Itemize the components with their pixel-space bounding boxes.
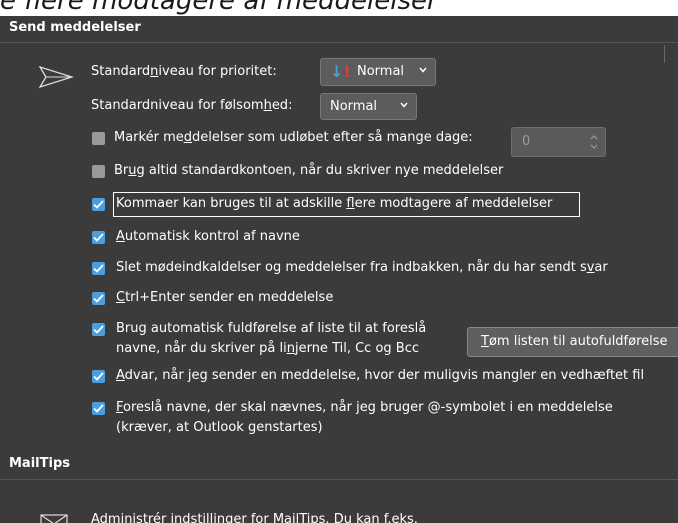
chevron-down-icon <box>418 64 428 79</box>
ctrl-enter-label: Ctrl+Enter sender en meddelelse <box>116 290 334 305</box>
warn-attachment-checkbox[interactable] <box>92 370 105 383</box>
priority-value: Normal <box>357 64 405 79</box>
chevron-down-icon <box>399 99 409 114</box>
expire-days-value: 0 <box>522 134 531 149</box>
default-account-label: Brug altid standardkontoen, når du skriv… <box>114 163 504 178</box>
autocomplete-checkbox[interactable] <box>92 323 105 336</box>
section-heading-send: Send meddelelser <box>9 20 141 35</box>
expire-label: Markér meddelelser som udløbet efter så … <box>114 130 473 145</box>
checkmark-icon <box>93 325 104 334</box>
caption-text: e flere modtagere af meddelelser <box>0 0 438 16</box>
spinner-icon[interactable] <box>589 132 599 156</box>
options-panel: Send meddelelser Standardniveau for prio… <box>0 16 678 523</box>
checkmark-icon <box>93 294 104 303</box>
priority-label: Standardniveau for prioritet: <box>91 64 277 79</box>
expire-checkbox[interactable] <box>92 132 105 145</box>
section-divider <box>0 479 678 480</box>
warn-attachment-label: Advar, når jeg sender en meddelelse, hvo… <box>116 368 645 383</box>
checkmark-icon <box>93 200 104 209</box>
priority-select[interactable]: ↓! Normal <box>320 58 436 86</box>
delete-meeting-label: Slet mødeindkaldelser og meddelelser fra… <box>116 260 608 275</box>
mail-icon <box>40 513 68 523</box>
suggest-names-checkbox[interactable] <box>92 402 105 415</box>
commas-label: Kommaer kan bruges til at adskille flere… <box>116 196 553 211</box>
section-heading-mailtips: MailTips <box>9 456 70 471</box>
sensitivity-label: Standardniveau for følsomhed: <box>91 98 293 113</box>
suggest-names-label-line2: (kræver, at Outlook genstartes) <box>116 420 323 435</box>
checkmark-icon <box>93 233 104 242</box>
send-icon <box>38 65 75 93</box>
default-account-checkbox[interactable] <box>92 165 105 178</box>
checkmark-icon <box>93 404 104 413</box>
ctrl-enter-checkbox[interactable] <box>92 292 105 305</box>
autoname-checkbox[interactable] <box>92 231 105 244</box>
checkmark-icon <box>93 372 104 381</box>
mailtips-description: Administrér indstillinger for MailTips. … <box>91 512 418 523</box>
autocomplete-label-line2: navne, når du skriver på linjerne Til, C… <box>116 341 420 356</box>
clear-autocomplete-button[interactable]: Tøm listen til autofuldførelse <box>467 327 678 357</box>
sensitivity-select[interactable]: Normal <box>320 93 417 120</box>
sensitivity-value: Normal <box>330 99 378 114</box>
suggest-names-label-line1: Foreslå navne, der skal nævnes, når jeg … <box>116 400 613 415</box>
commas-checkbox[interactable] <box>92 198 105 211</box>
autoname-label: Automatisk kontrol af navne <box>116 229 300 244</box>
autocomplete-label-line1: Brug automatisk fuldførelse af liste til… <box>116 321 427 336</box>
scroll-marker <box>664 45 665 63</box>
delete-meeting-checkbox[interactable] <box>92 262 105 275</box>
section-divider <box>0 42 678 43</box>
expire-days-input[interactable]: 0 <box>511 127 606 157</box>
checkmark-icon <box>93 264 104 273</box>
priority-icon: ↓! <box>330 62 351 81</box>
